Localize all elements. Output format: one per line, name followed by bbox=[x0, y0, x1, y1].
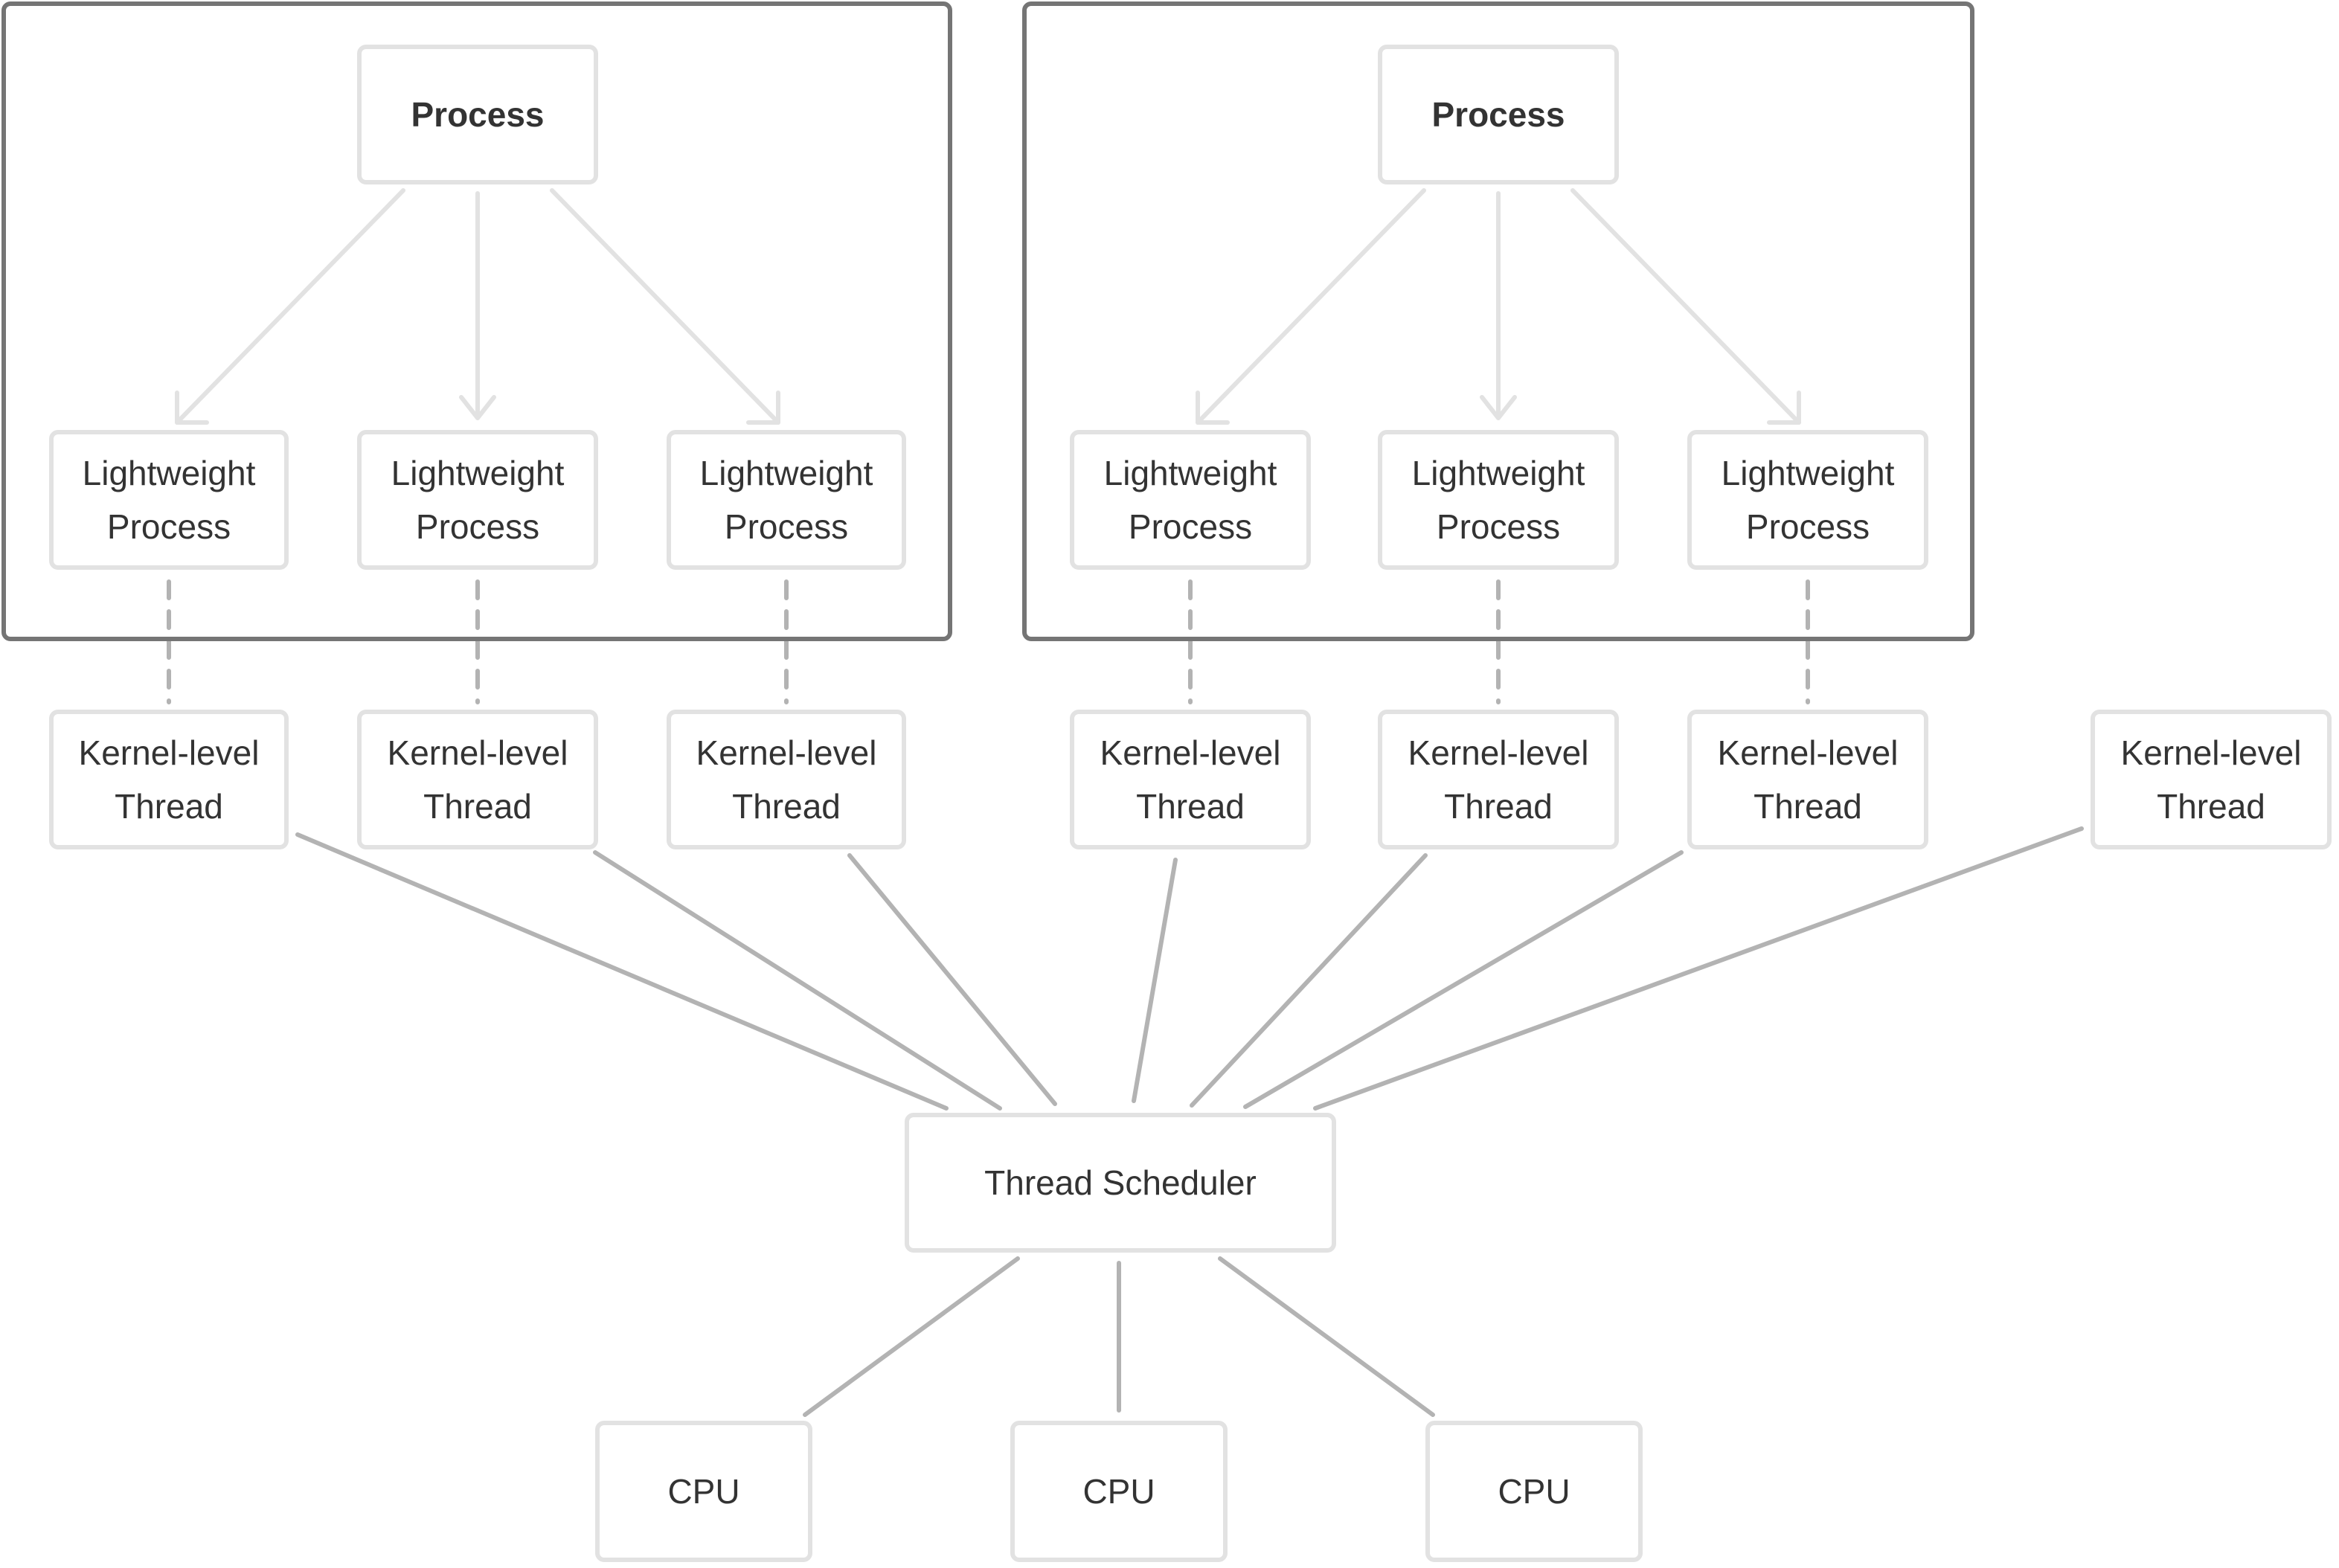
kernel-thread-label-5: Kernel-level Thread bbox=[1408, 733, 1589, 826]
thread-scheduler-label: Thread Scheduler bbox=[984, 1163, 1257, 1202]
process-node-1[interactable]: Process bbox=[357, 45, 598, 184]
kernel-thread-label-7: Kernel-level Thread bbox=[2120, 733, 2302, 826]
kernel-thread-label-2: Kernel-level Thread bbox=[387, 733, 568, 826]
kernel-thread-label-1: Kernel-level Thread bbox=[78, 733, 260, 826]
scheduler-link-1 bbox=[295, 832, 949, 1111]
lightweight-process-node-5[interactable]: Lightweight Process bbox=[1378, 430, 1619, 570]
scheduler-to-cpu-links bbox=[803, 1256, 1435, 1417]
kernel-thread-label-3: Kernel-level Thread bbox=[696, 733, 877, 826]
cpu-link-3 bbox=[1218, 1256, 1435, 1417]
scheduler-link-2 bbox=[593, 850, 1002, 1111]
kernel-thread-node-1[interactable]: Kernel-level Thread bbox=[49, 710, 289, 849]
kernel-thread-node-6[interactable]: Kernel-level Thread bbox=[1687, 710, 1928, 849]
process-label-2: Process bbox=[1431, 95, 1565, 134]
kernel-thread-to-scheduler-links bbox=[295, 826, 2084, 1111]
kernel-thread-node-7[interactable]: Kernel-level Thread bbox=[2091, 710, 2332, 849]
lightweight-process-node-2[interactable]: Lightweight Process bbox=[357, 430, 598, 570]
process-label-1: Process bbox=[411, 95, 545, 134]
kernel-thread-label-6: Kernel-level Thread bbox=[1717, 733, 1899, 826]
kernel-thread-node-5[interactable]: Kernel-level Thread bbox=[1378, 710, 1619, 849]
lwp-label-2: Lightweight Process bbox=[391, 454, 565, 546]
lwp-label-3: Lightweight Process bbox=[699, 454, 873, 546]
lwp-label-5: Lightweight Process bbox=[1411, 454, 1585, 546]
lightweight-process-node-3[interactable]: Lightweight Process bbox=[667, 430, 906, 570]
lightweight-process-node-1[interactable]: Lightweight Process bbox=[49, 430, 289, 570]
kernel-thread-node-3[interactable]: Kernel-level Thread bbox=[667, 710, 906, 849]
process-node-2[interactable]: Process bbox=[1378, 45, 1619, 184]
cpu-label-2: CPU bbox=[1082, 1472, 1155, 1511]
lwp-label-4: Lightweight Process bbox=[1103, 454, 1277, 546]
cpu-node-1[interactable]: CPU bbox=[595, 1421, 812, 1562]
scheduler-link-3 bbox=[847, 853, 1057, 1106]
cpu-label-3: CPU bbox=[1498, 1472, 1570, 1511]
kernel-thread-node-4[interactable]: Kernel-level Thread bbox=[1070, 710, 1311, 849]
cpu-link-1 bbox=[803, 1256, 1020, 1417]
kernel-thread-node-2[interactable]: Kernel-level Thread bbox=[357, 710, 598, 849]
lightweight-process-node-6[interactable]: Lightweight Process bbox=[1687, 430, 1928, 570]
lightweight-process-node-4[interactable]: Lightweight Process bbox=[1070, 430, 1311, 570]
kernel-thread-label-4: Kernel-level Thread bbox=[1100, 733, 1281, 826]
cpu-label-1: CPU bbox=[667, 1472, 740, 1511]
scheduler-link-4 bbox=[1132, 858, 1178, 1103]
cpu-node-2[interactable]: CPU bbox=[1010, 1421, 1228, 1562]
thread-scheduler-node[interactable]: Thread Scheduler bbox=[905, 1113, 1336, 1253]
cpu-node-3[interactable]: CPU bbox=[1425, 1421, 1643, 1562]
lwp-label-6: Lightweight Process bbox=[1721, 454, 1895, 546]
lwp-label-1: Lightweight Process bbox=[82, 454, 256, 546]
scheduler-link-7 bbox=[1313, 826, 2084, 1111]
